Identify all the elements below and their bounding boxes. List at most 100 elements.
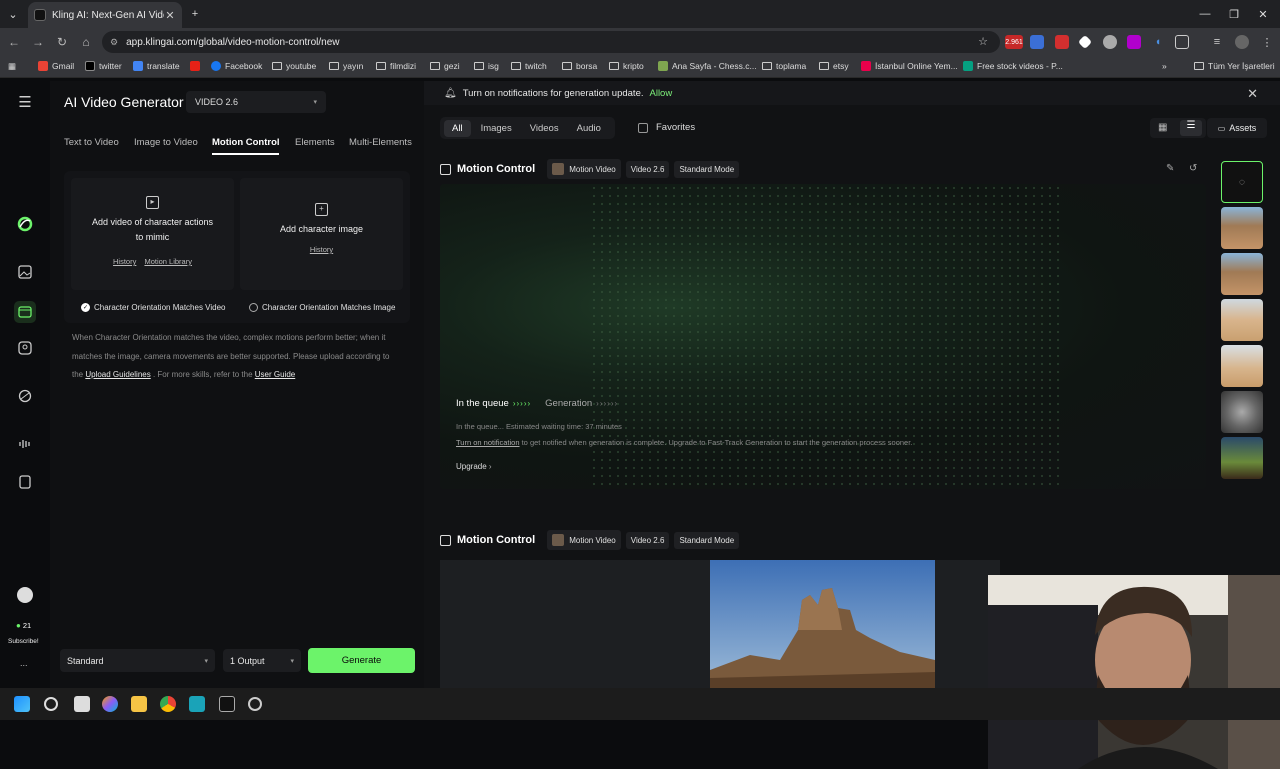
quality-select[interactable]: Standard ▾ bbox=[60, 649, 215, 672]
search-icon[interactable] bbox=[44, 697, 58, 711]
profile-avatar[interactable] bbox=[1235, 35, 1249, 49]
bookmark-toplama[interactable]: toplama bbox=[762, 61, 806, 71]
filter-audio[interactable]: Audio bbox=[569, 120, 609, 137]
hamburger-menu-icon[interactable]: ☰ bbox=[16, 93, 34, 111]
translate-ext-icon[interactable] bbox=[1030, 35, 1044, 49]
diamond-ext-icon[interactable] bbox=[1077, 34, 1093, 50]
close-window-icon[interactable]: ✕ bbox=[1248, 4, 1278, 24]
close-tab-icon[interactable]: ✕ bbox=[164, 9, 176, 22]
effects-icon[interactable] bbox=[16, 387, 34, 405]
filter-images[interactable]: Images bbox=[473, 120, 520, 137]
list-view-icon[interactable]: ☰ bbox=[1180, 120, 1202, 136]
tradingview-icon[interactable] bbox=[219, 696, 235, 712]
copilot-icon[interactable] bbox=[102, 696, 118, 712]
grid-view-icon[interactable]: ▦ bbox=[1158, 122, 1167, 133]
bookmark-star-icon[interactable]: ☆ bbox=[978, 35, 988, 48]
user-guide-link[interactable]: User Guide bbox=[255, 370, 295, 379]
bookmark-kripto[interactable]: kripto bbox=[609, 61, 644, 71]
bookmark-youtube[interactable]: youtube bbox=[272, 61, 316, 71]
bookmark-chess[interactable]: Ana Sayfa - Chess.c... bbox=[658, 61, 757, 71]
forward-icon[interactable]: → bbox=[29, 33, 47, 51]
history-thumbnail[interactable] bbox=[1221, 299, 1263, 341]
generated-video-preview[interactable] bbox=[710, 560, 935, 688]
home-icon[interactable]: ⌂ bbox=[77, 33, 95, 51]
tab-image-to-video[interactable]: Image to Video bbox=[134, 137, 198, 148]
image-history-link[interactable]: History bbox=[310, 245, 333, 254]
video-history-link[interactable]: History bbox=[113, 257, 136, 266]
motion-video-chip[interactable]: Motion Video bbox=[547, 159, 621, 179]
bookmark-all[interactable]: Tüm Yer İşaretleri bbox=[1194, 61, 1275, 71]
ext-badge-icon[interactable]: 2.961 bbox=[1005, 35, 1023, 49]
motion-library-link[interactable]: Motion Library bbox=[144, 257, 192, 266]
apps-icon[interactable]: ▦ bbox=[8, 61, 16, 72]
filter-all[interactable]: All bbox=[444, 119, 471, 137]
favorites-checkbox[interactable]: Favorites bbox=[638, 122, 695, 133]
bookmark-pexels[interactable]: Free stock videos - P... bbox=[963, 61, 1063, 71]
reading-list-icon[interactable]: ≡ bbox=[1210, 35, 1224, 49]
avatar-icon[interactable] bbox=[16, 339, 34, 357]
history-thumbnail[interactable] bbox=[1221, 391, 1263, 433]
audio-ext-icon[interactable]: ◖ bbox=[1151, 35, 1165, 49]
subscribe-link[interactable]: Subscribe! bbox=[8, 638, 39, 645]
assets-icon[interactable] bbox=[16, 473, 34, 491]
history-thumbnail[interactable] bbox=[1221, 437, 1263, 479]
tab-search-icon[interactable]: ⌄ bbox=[4, 5, 22, 23]
bookmark-yayin[interactable]: yayın bbox=[329, 61, 363, 71]
bookmark-isg[interactable]: isg bbox=[474, 61, 499, 71]
maximize-icon[interactable]: ❐ bbox=[1219, 4, 1249, 24]
video-icon[interactable] bbox=[14, 301, 36, 323]
tab-text-to-video[interactable]: Text to Video bbox=[64, 137, 119, 148]
credits-badge[interactable]: ● 21 bbox=[16, 621, 31, 630]
upgrade-link[interactable]: Upgrade › bbox=[456, 462, 492, 471]
assets-button[interactable]: ▭ Assets bbox=[1207, 118, 1267, 138]
reload-icon[interactable]: ↻ bbox=[53, 33, 71, 51]
address-bar[interactable]: ⚙ app.klingai.com/global/video-motion-co… bbox=[102, 31, 1000, 53]
kling-logo-icon[interactable] bbox=[16, 215, 34, 233]
edit-icon[interactable]: ✎ bbox=[1166, 163, 1174, 174]
bookmark-gmail[interactable]: Gmail bbox=[38, 61, 74, 71]
model-select[interactable]: VIDEO 2.6 ▾ bbox=[186, 91, 326, 113]
minimize-icon[interactable]: — bbox=[1190, 4, 1220, 24]
retry-icon[interactable]: ↺ bbox=[1189, 163, 1197, 174]
windows-start-icon[interactable] bbox=[14, 696, 30, 712]
allow-notifications-link[interactable]: Allow bbox=[650, 88, 673, 99]
audio-icon[interactable] bbox=[16, 435, 34, 453]
generating-thumbnail[interactable]: ◌ bbox=[1221, 161, 1263, 203]
bookmark-twitter[interactable]: twitter bbox=[85, 61, 122, 71]
add-video-card[interactable]: ▸ Add video of character actions to mimi… bbox=[71, 178, 234, 290]
chrome-icon[interactable] bbox=[160, 696, 176, 712]
file-explorer-icon[interactable] bbox=[131, 696, 147, 712]
bookmark-filmdizi[interactable]: filmdizi bbox=[376, 61, 416, 71]
extensions-icon[interactable] bbox=[1175, 35, 1189, 49]
tab-motion-control[interactable]: Motion Control bbox=[212, 137, 280, 148]
history-thumbnail[interactable] bbox=[1221, 345, 1263, 387]
bookmark-borsa[interactable]: borsa bbox=[562, 61, 597, 71]
image-icon[interactable] bbox=[16, 263, 34, 281]
output-count-select[interactable]: 1 Output ▾ bbox=[223, 649, 301, 672]
upload-guidelines-link[interactable]: Upload Guidelines bbox=[85, 370, 150, 379]
obs-icon[interactable] bbox=[248, 697, 262, 711]
turn-on-notification-link[interactable]: Turn on notification bbox=[456, 438, 520, 447]
bookmark-translate[interactable]: translate bbox=[133, 61, 180, 71]
bookmark-facebook[interactable]: Facebook bbox=[211, 61, 262, 71]
orientation-image-option[interactable]: Character Orientation Matches Image bbox=[249, 303, 395, 312]
new-tab-icon[interactable]: + bbox=[186, 5, 204, 23]
bookmark-twitch[interactable]: twitch bbox=[511, 61, 547, 71]
menu-icon[interactable]: ⋮ bbox=[1260, 35, 1274, 49]
browser-tab[interactable]: Kling AI: Next-Gen AI Video & A ✕ bbox=[28, 2, 182, 28]
close-icon[interactable]: ✕ bbox=[1247, 86, 1258, 102]
history-thumbnail[interactable] bbox=[1221, 253, 1263, 295]
filter-videos[interactable]: Videos bbox=[522, 120, 567, 137]
bookmark-yemeksepeti[interactable]: İstanbul Online Yem... bbox=[861, 61, 958, 71]
bookmark-gezi[interactable]: gezi bbox=[430, 61, 460, 71]
back-icon[interactable]: ← bbox=[5, 33, 23, 51]
orientation-video-option[interactable]: ✓ Character Orientation Matches Video bbox=[81, 303, 225, 312]
tab-elements[interactable]: Elements bbox=[295, 137, 335, 148]
more-icon[interactable]: ... bbox=[20, 658, 28, 668]
tab-multi-elements[interactable]: Multi-Elements bbox=[349, 137, 412, 148]
adblock-ext-icon[interactable] bbox=[1055, 35, 1069, 49]
history-thumbnail[interactable] bbox=[1221, 207, 1263, 249]
profile-ext-icon[interactable] bbox=[1103, 35, 1117, 49]
bookmark-youtube-red[interactable] bbox=[190, 61, 204, 71]
site-info-icon[interactable]: ⚙ bbox=[110, 37, 118, 48]
